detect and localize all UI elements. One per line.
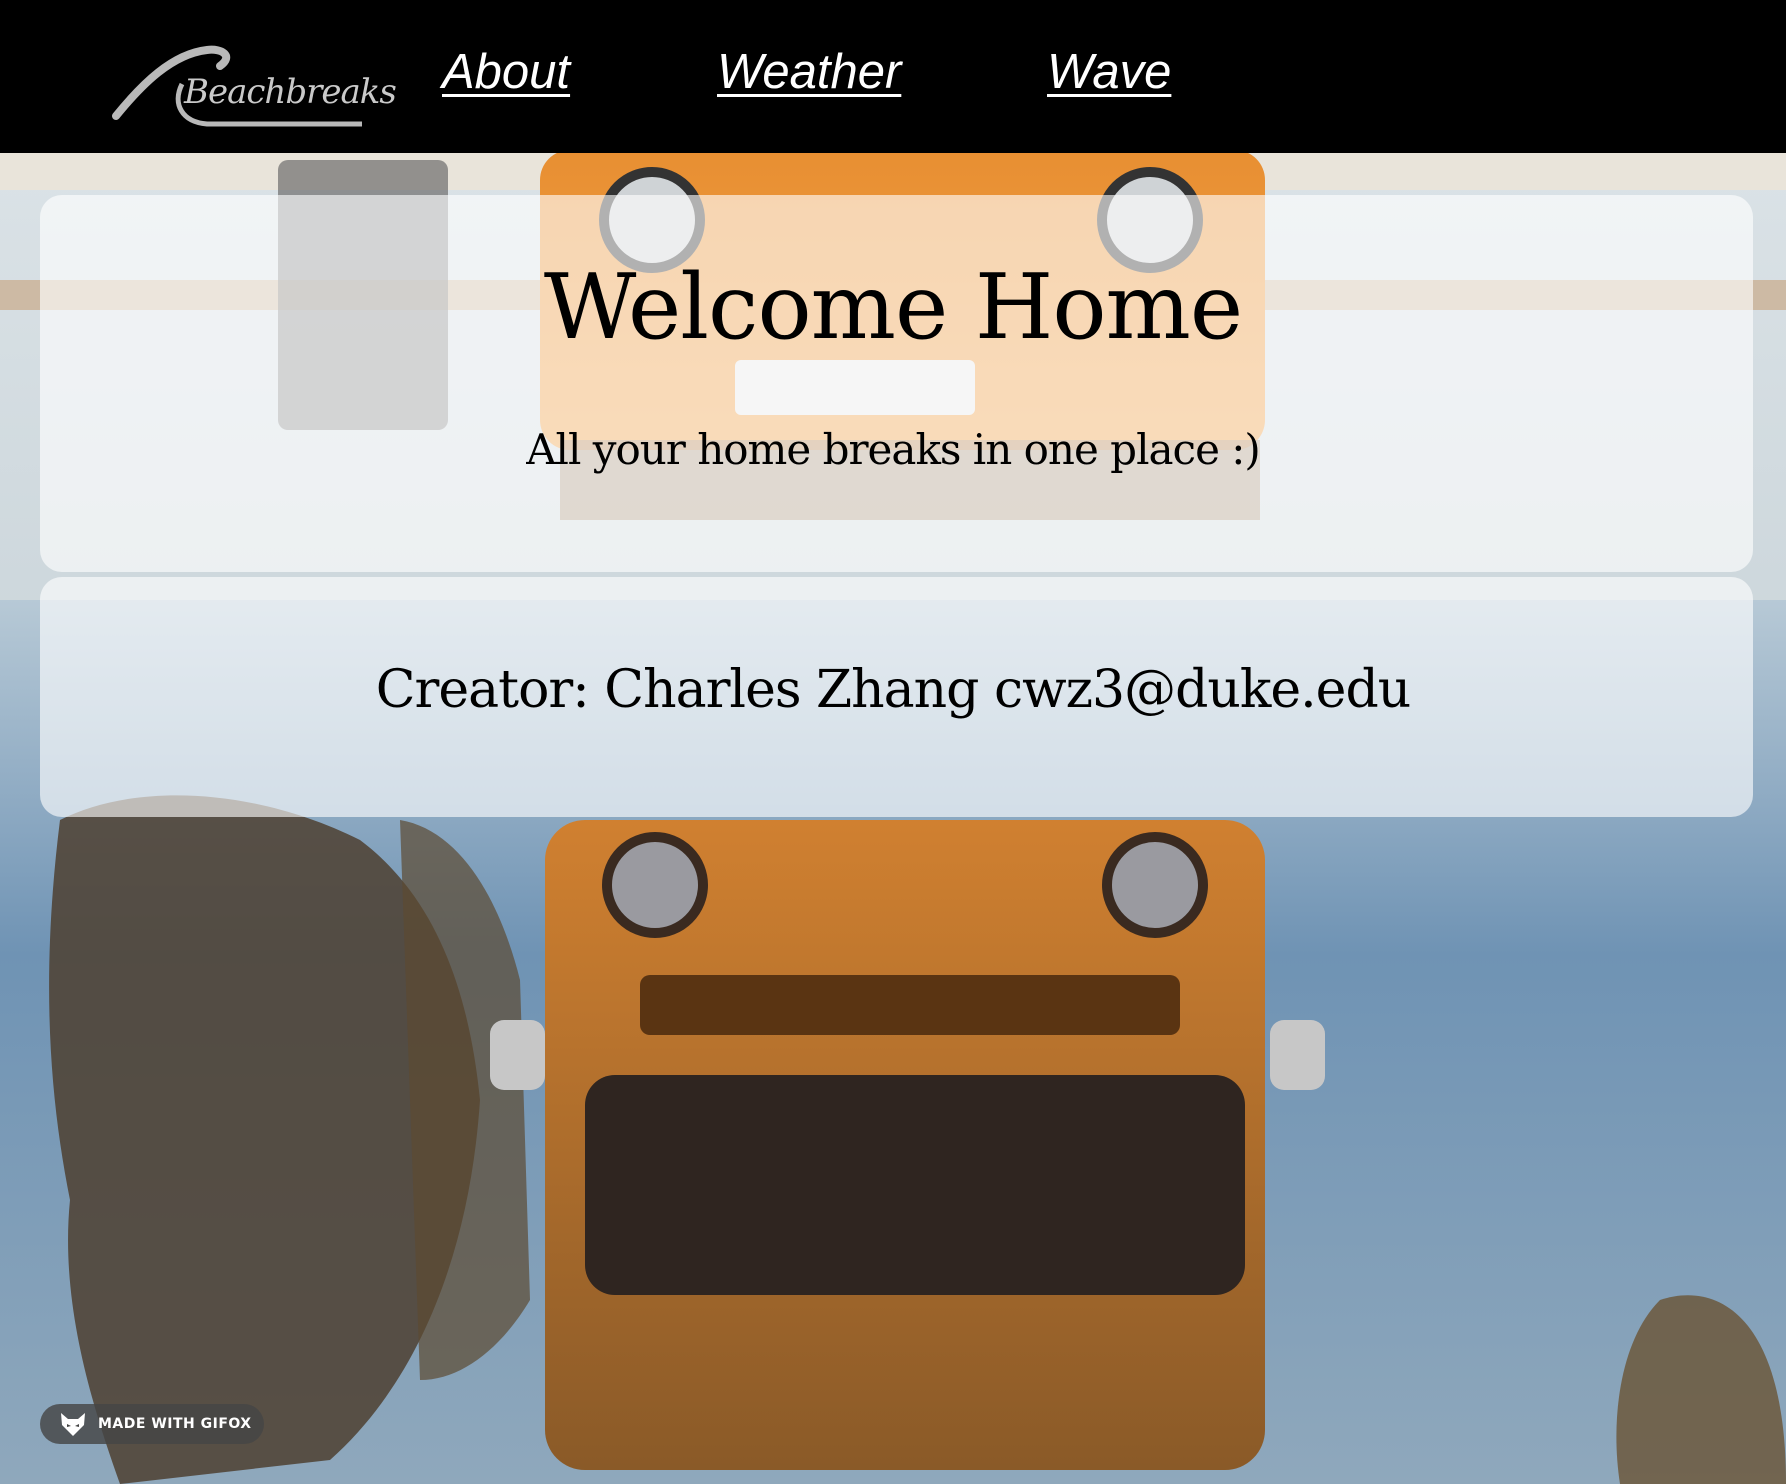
fox-icon <box>61 1413 85 1436</box>
nav-link-about[interactable]: About <box>442 44 570 100</box>
nav-link-wave[interactable]: Wave <box>1047 44 1171 100</box>
logo-text: Beachbreaks <box>184 72 397 112</box>
page-subtitle: All your home breaks in one place :) <box>526 425 1261 474</box>
top-navbar: Beachbreaks About Weather Wave <box>0 0 1786 153</box>
nav-link-weather[interactable]: Weather <box>717 44 901 100</box>
badge-label: MADE WITH GIFOX <box>98 1416 252 1432</box>
gifox-badge: MADE WITH GIFOX <box>40 1404 264 1444</box>
beachbreaks-logo[interactable]: Beachbreaks <box>112 44 397 134</box>
welcome-card <box>40 195 1753 572</box>
page-title: Welcome Home <box>543 255 1243 360</box>
creator-credit: Creator: Charles Zhang cwz3@duke.edu <box>375 660 1411 720</box>
